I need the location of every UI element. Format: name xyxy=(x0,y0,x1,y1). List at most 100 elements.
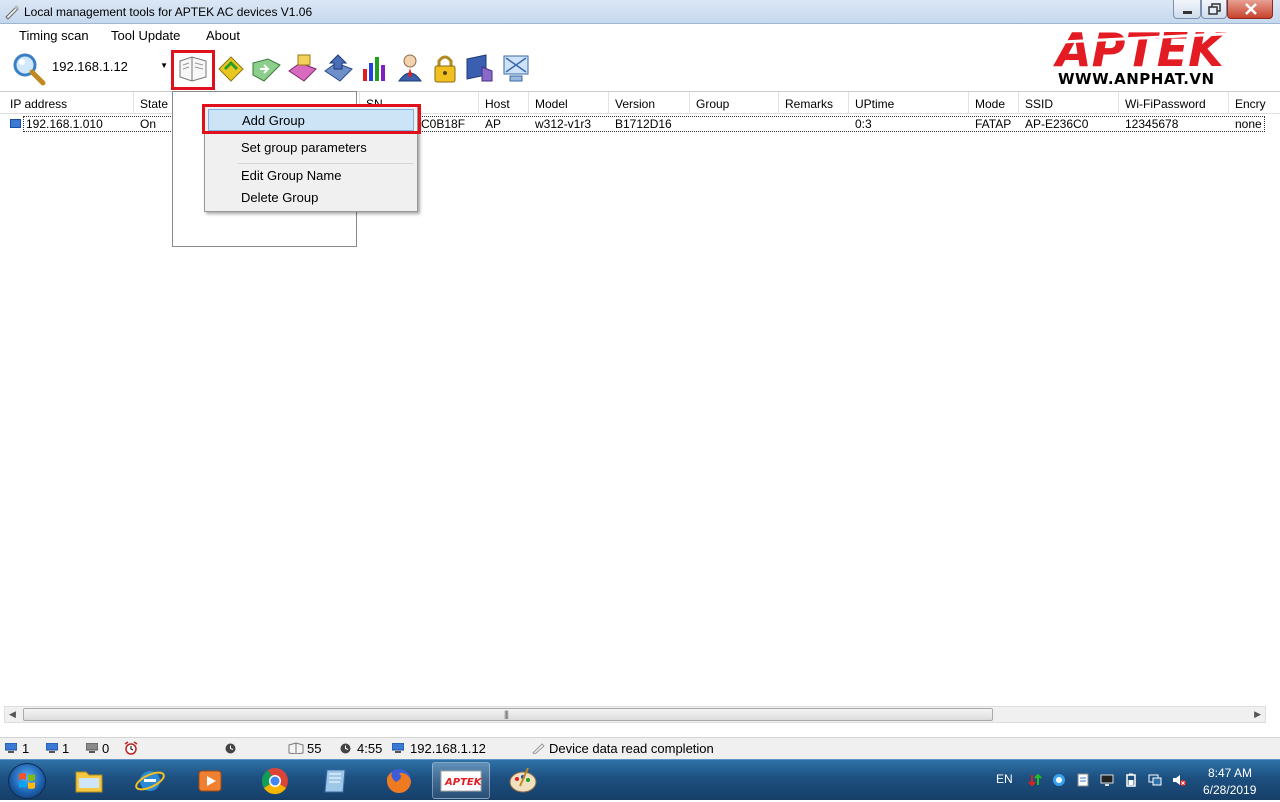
network-monitor-icon[interactable] xyxy=(1148,773,1162,787)
aptek-logo-wordmark: APTEK xyxy=(1053,23,1263,77)
minimize-icon xyxy=(1183,11,1192,14)
menu-separator xyxy=(238,163,414,164)
menu-item-edit-group-name[interactable]: Edit Group Name xyxy=(208,165,414,187)
search-icon[interactable] xyxy=(10,50,48,88)
statistics-chart-icon[interactable] xyxy=(358,51,390,85)
alarm-clock-icon xyxy=(124,741,138,755)
cell-model: w312-v1r3 xyxy=(535,117,592,131)
window-title: Local management tools for APTEK AC devi… xyxy=(24,5,313,19)
scrollbar-thumb[interactable]: ||| xyxy=(23,708,993,721)
taskbar-notes-app[interactable] xyxy=(307,762,365,799)
status-offline-count: 0 xyxy=(102,741,110,756)
offline-device-icon xyxy=(86,743,98,753)
cell-state: On xyxy=(140,117,157,131)
column-header-ip-address[interactable]: IP address xyxy=(4,92,134,114)
column-header-encryption[interactable]: Encry xyxy=(1229,92,1280,114)
chat-bubble-icon[interactable] xyxy=(1052,773,1066,787)
dropdown-arrow-icon[interactable]: ▼ xyxy=(160,61,168,70)
scan-book-icon xyxy=(288,742,304,754)
taskbar-file-explorer[interactable] xyxy=(60,762,118,799)
ip-address-select[interactable]: 192.168.1.12 ▼ xyxy=(48,56,172,78)
menu-timing-scan[interactable]: Timing scan xyxy=(19,28,89,43)
taskbar-firefox[interactable] xyxy=(370,762,428,799)
taskbar-chrome[interactable] xyxy=(244,762,302,799)
chrome-icon xyxy=(261,768,288,795)
online-device-icon xyxy=(5,743,17,753)
horizontal-scrollbar[interactable]: ◀ ||| ▶ xyxy=(4,706,1266,723)
column-header-uptime[interactable]: UPtime xyxy=(849,92,969,114)
internet-explorer-icon xyxy=(135,771,165,791)
document-tray-icon[interactable] xyxy=(1076,773,1090,787)
menu-item-delete-group[interactable]: Delete Group xyxy=(208,187,414,209)
add-group-highlight xyxy=(202,104,421,134)
maximize-button[interactable] xyxy=(1201,0,1227,19)
status-bar: 1 1 0 55 4:55 192.168.1.12 Device data r… xyxy=(0,737,1280,759)
taskbar-paint[interactable] xyxy=(494,762,552,799)
ip-address-value: 192.168.1.12 xyxy=(52,59,128,74)
paint-palette-icon xyxy=(509,767,537,793)
taskbar-media-player[interactable] xyxy=(181,762,239,799)
menu-tool-update[interactable]: Tool Update xyxy=(111,28,180,43)
column-header-version[interactable]: Version xyxy=(609,92,690,114)
display-tray-icon[interactable] xyxy=(1100,773,1114,787)
status-ap-count: 1 xyxy=(62,741,70,756)
cell-uptime: 0:3 xyxy=(855,117,872,131)
network-arrows-icon[interactable] xyxy=(1028,773,1042,787)
folder-icon xyxy=(75,771,103,793)
clock-time[interactable]: 8:47 AM xyxy=(1208,766,1252,780)
logo-url: WWW.ANPHAT.VN xyxy=(1058,70,1215,88)
refresh-arrows-icon[interactable] xyxy=(215,51,247,85)
status-online-count: 1 xyxy=(22,741,30,756)
column-header-model[interactable]: Model xyxy=(529,92,609,114)
volume-muted-icon[interactable] xyxy=(1172,773,1186,787)
column-header-ssid[interactable]: SSID xyxy=(1019,92,1119,114)
media-player-icon xyxy=(198,770,222,792)
clock-icon xyxy=(340,743,351,754)
title-bar: Local management tools for APTEK AC devi… xyxy=(0,0,1280,24)
network-topology-icon[interactable] xyxy=(500,51,532,85)
toolbar: 192.168.1.12 ▼ xyxy=(0,48,1050,90)
cell-version: B1712D16 xyxy=(615,117,672,131)
device-settings-icon[interactable] xyxy=(464,51,496,85)
battery-icon[interactable] xyxy=(1124,773,1138,787)
scroll-left-icon[interactable]: ◀ xyxy=(9,709,16,720)
close-button[interactable] xyxy=(1227,0,1273,19)
minimize-button[interactable] xyxy=(1173,0,1201,19)
windows-logo-icon xyxy=(19,773,35,789)
start-button[interactable] xyxy=(8,763,46,799)
group-tool-highlight xyxy=(171,50,215,90)
column-header-wifi-password[interactable]: Wi-FiPassword xyxy=(1119,92,1229,114)
cell-encryption: none xyxy=(1235,117,1262,131)
windows-taskbar: APTEK EN 8:47 AM 6/28/2019 xyxy=(0,759,1280,800)
restore-icon xyxy=(1208,3,1221,15)
logo-brand-text: APTEK xyxy=(1053,26,1227,70)
taskbar-internet-explorer[interactable] xyxy=(121,762,179,799)
column-header-remarks[interactable]: Remarks xyxy=(779,92,849,114)
cell-mode: FATAP xyxy=(975,117,1012,131)
menu-about[interactable]: About xyxy=(206,28,240,43)
menu-item-set-group-parameters[interactable]: Set group parameters xyxy=(208,137,414,159)
firefox-icon xyxy=(386,769,411,793)
app-icon xyxy=(5,5,19,20)
user-account-icon[interactable] xyxy=(394,51,426,85)
cell-ip-address: 192.168.1.010 xyxy=(26,117,103,131)
status-elapsed-time: 4:55 xyxy=(357,741,383,756)
status-scan-count: 55 xyxy=(307,741,322,756)
column-header-group[interactable]: Group xyxy=(690,92,779,114)
svg-text:APTEK: APTEK xyxy=(444,777,483,788)
scroll-right-icon[interactable]: ▶ xyxy=(1254,709,1261,720)
import-config-icon[interactable] xyxy=(250,51,282,85)
column-header-host[interactable]: Host xyxy=(479,92,529,114)
device-status-icon xyxy=(10,119,21,128)
lock-icon[interactable] xyxy=(429,51,461,85)
language-indicator[interactable]: EN xyxy=(996,772,1013,786)
taskbar-aptek-tool[interactable]: APTEK xyxy=(432,762,490,799)
aptek-app-icon: APTEK xyxy=(440,770,483,792)
column-header-mode[interactable]: Mode xyxy=(969,92,1019,114)
clock-date[interactable]: 6/28/2019 xyxy=(1203,783,1256,797)
export-config-icon[interactable] xyxy=(286,51,318,85)
upgrade-firmware-icon[interactable] xyxy=(322,51,354,85)
close-icon xyxy=(1245,3,1257,15)
notes-icon xyxy=(324,769,346,793)
status-message: Device data read completion xyxy=(549,741,714,756)
